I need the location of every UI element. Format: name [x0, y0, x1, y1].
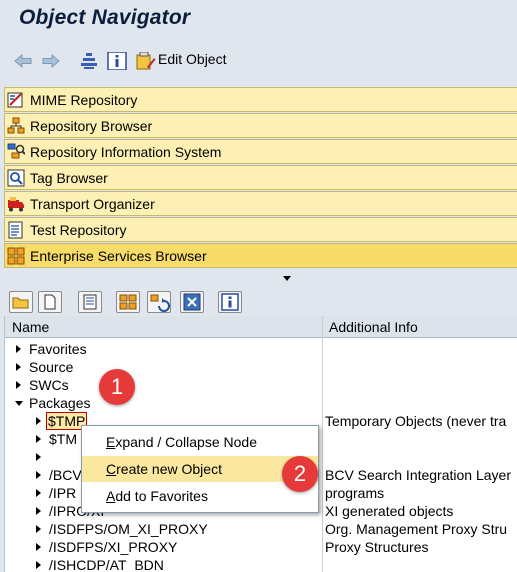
edit-object-icon[interactable] [136, 52, 156, 70]
expand-triangle-icon[interactable] [36, 471, 41, 479]
list-document-icon [83, 294, 97, 310]
refresh-button[interactable] [147, 291, 171, 313]
expand-triangle-icon[interactable] [36, 507, 41, 515]
tree-row-packages[interactable]: Packages [5, 394, 517, 412]
tree-row-isdfps-xi-proxy[interactable]: /ISDFPS/XI_PROXY Proxy Structures [5, 538, 517, 556]
pane-splitter[interactable] [0, 270, 517, 288]
nav-repository-information-system[interactable]: Repository Information System [4, 139, 517, 164]
expand-triangle-icon[interactable] [16, 381, 21, 389]
close-tree-button[interactable] [180, 291, 204, 313]
collapse-arrow-icon[interactable] [283, 276, 291, 281]
info-icon [221, 293, 239, 311]
info-button[interactable] [218, 291, 242, 313]
test-repository-icon [8, 221, 23, 239]
step-callout-2: 2 [282, 456, 318, 492]
expand-triangle-icon[interactable] [36, 453, 41, 461]
tree-row-swcs[interactable]: SWCs [5, 376, 517, 394]
nav-test-repository[interactable]: Test Repository [4, 217, 517, 242]
nav-repository-browser[interactable]: Repository Browser [4, 113, 517, 138]
package-icon [119, 294, 137, 310]
nav-transport-organizer[interactable]: Transport Organizer [4, 191, 517, 216]
open-folder-button[interactable] [9, 291, 33, 313]
nav-mime-repository[interactable]: MIME Repository [4, 87, 517, 112]
hierarchy-icon[interactable] [79, 52, 99, 70]
tree-header: Name Additional Info [5, 316, 517, 338]
tag-browser-icon [7, 169, 25, 187]
tree-row-isdfps-om-xi-proxy[interactable]: /ISDFPS/OM_XI_PROXY Org. Management Prox… [5, 520, 517, 538]
nav-tag-browser[interactable]: Tag Browser [4, 165, 517, 190]
menu-item-expand-collapse-node[interactable]: Expand / Collapse Node [82, 429, 318, 455]
back-arrow-icon[interactable] [13, 52, 33, 70]
forward-arrow-icon[interactable] [41, 52, 61, 70]
expand-triangle-icon[interactable] [36, 435, 41, 443]
tree-toolbar [0, 288, 517, 316]
tree-row-source[interactable]: Source [5, 358, 517, 376]
expand-triangle-icon[interactable] [36, 561, 41, 569]
repository-info-system-icon [7, 143, 25, 159]
repository-browser-icon [7, 117, 25, 134]
new-document-button[interactable] [38, 291, 62, 313]
expand-triangle-icon[interactable] [16, 363, 21, 371]
menu-item-add-to-favorites[interactable]: Add to Favorites [82, 483, 318, 509]
column-header-name[interactable]: Name [12, 319, 49, 335]
expand-triangle-icon[interactable] [36, 525, 41, 533]
display-list-button[interactable] [78, 291, 102, 313]
expand-triangle-icon[interactable] [36, 417, 41, 425]
step-callout-1: 1 [99, 369, 135, 405]
close-icon [183, 293, 201, 311]
mime-repository-icon [7, 92, 23, 108]
expand-triangle-icon[interactable] [16, 345, 21, 353]
tree-row-favorites[interactable]: Favorites [5, 340, 517, 358]
application-toolbar [0, 40, 517, 80]
window-title: Object Navigator [19, 6, 191, 29]
refresh-icon [150, 294, 170, 312]
expand-triangle-icon[interactable] [36, 489, 41, 497]
title-bar: Object Navigator [0, 0, 517, 40]
package-structure-button[interactable] [116, 291, 140, 313]
transport-organizer-icon [8, 197, 24, 212]
tree-row-ishcdp-at-bdn[interactable]: /ISHCDP/AT_BDN [5, 556, 517, 572]
open-folder-icon [12, 297, 29, 309]
enterprise-services-icon [7, 247, 25, 265]
column-header-additional-info[interactable]: Additional Info [329, 319, 418, 335]
nav-enterprise-services-browser[interactable]: Enterprise Services Browser [4, 243, 517, 268]
new-document-icon [44, 294, 56, 310]
edit-object-button[interactable]: Edit Object [158, 51, 226, 67]
info-icon[interactable] [107, 52, 127, 70]
collapse-triangle-icon[interactable] [15, 401, 23, 406]
expand-triangle-icon[interactable] [36, 543, 41, 551]
